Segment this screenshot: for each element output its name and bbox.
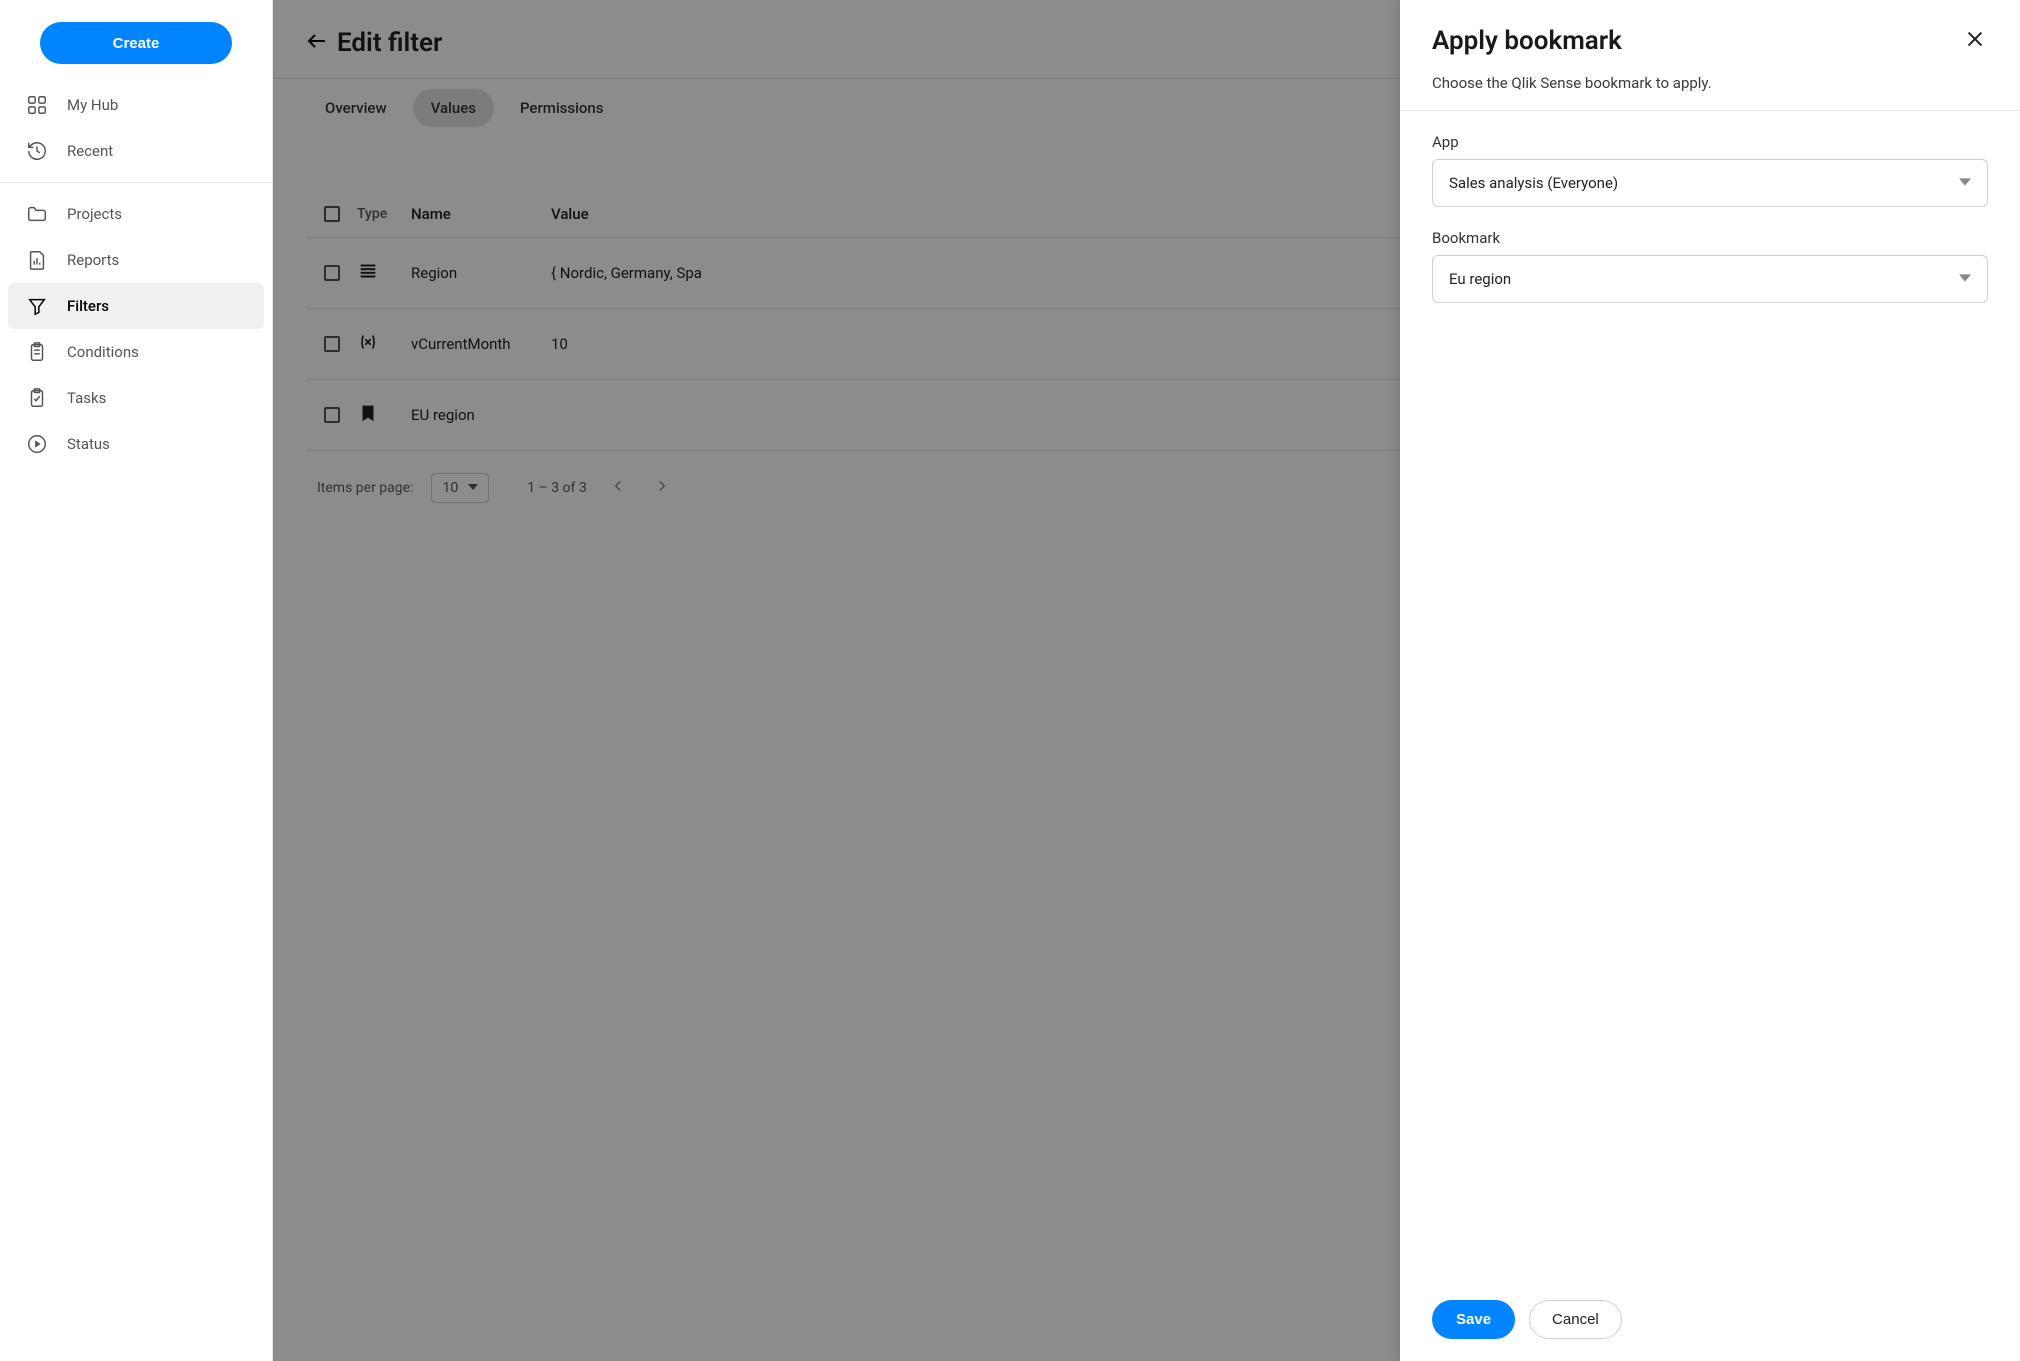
sidebar-item-filters[interactable]: Filters <box>8 283 264 329</box>
apps-icon <box>26 94 48 116</box>
caret-down-icon <box>1959 270 1971 288</box>
sidebar-item-status[interactable]: Status <box>8 421 264 467</box>
drawer-subtitle: Choose the Qlik Sense bookmark to apply. <box>1400 74 2020 111</box>
drawer-title: Apply bookmark <box>1432 26 1622 56</box>
sidebar-item-reports[interactable]: Reports <box>8 237 264 283</box>
sidebar-item-projects[interactable]: Projects <box>8 191 264 237</box>
app-select-value: Sales analysis (Everyone) <box>1449 174 1618 192</box>
save-button[interactable]: Save <box>1432 1300 1515 1339</box>
sidebar-item-label: Reports <box>67 251 119 269</box>
report-icon <box>26 249 48 271</box>
clipboard-check-icon <box>26 387 48 409</box>
close-icon[interactable] <box>1962 26 1988 56</box>
app-select[interactable]: Sales analysis (Everyone) <box>1432 159 1988 207</box>
sidebar-item-label: Tasks <box>67 389 106 407</box>
folder-icon <box>26 203 48 225</box>
sidebar-item-label: Status <box>67 435 110 453</box>
play-circle-icon <box>26 433 48 455</box>
main-content: Edit filter Overview Values Permissions … <box>273 0 2020 1361</box>
create-button[interactable]: Create <box>40 22 232 64</box>
bookmark-select[interactable]: Eu region <box>1432 255 1988 303</box>
sidebar-item-myhub[interactable]: My Hub <box>8 82 264 128</box>
app-label: App <box>1432 133 1988 151</box>
sidebar-item-label: Projects <box>67 205 122 223</box>
sidebar-item-recent[interactable]: Recent <box>8 128 264 174</box>
bookmark-label: Bookmark <box>1432 229 1988 247</box>
sidebar: Create My Hub Recent Projects <box>0 0 273 1361</box>
divider <box>0 182 272 183</box>
cancel-button[interactable]: Cancel <box>1529 1300 1622 1339</box>
filter-icon <box>26 295 48 317</box>
sidebar-item-label: Conditions <box>67 343 139 361</box>
sidebar-item-label: My Hub <box>67 96 118 114</box>
sidebar-item-tasks[interactable]: Tasks <box>8 375 264 421</box>
sidebar-item-label: Recent <box>67 142 113 160</box>
caret-down-icon <box>1959 174 1971 192</box>
sidebar-item-conditions[interactable]: Conditions <box>8 329 264 375</box>
sidebar-item-label: Filters <box>67 297 109 315</box>
history-icon <box>26 140 48 162</box>
clipboard-icon <box>26 341 48 363</box>
bookmark-select-value: Eu region <box>1449 270 1511 288</box>
apply-bookmark-drawer: Apply bookmark Choose the Qlik Sense boo… <box>1400 0 2020 1361</box>
